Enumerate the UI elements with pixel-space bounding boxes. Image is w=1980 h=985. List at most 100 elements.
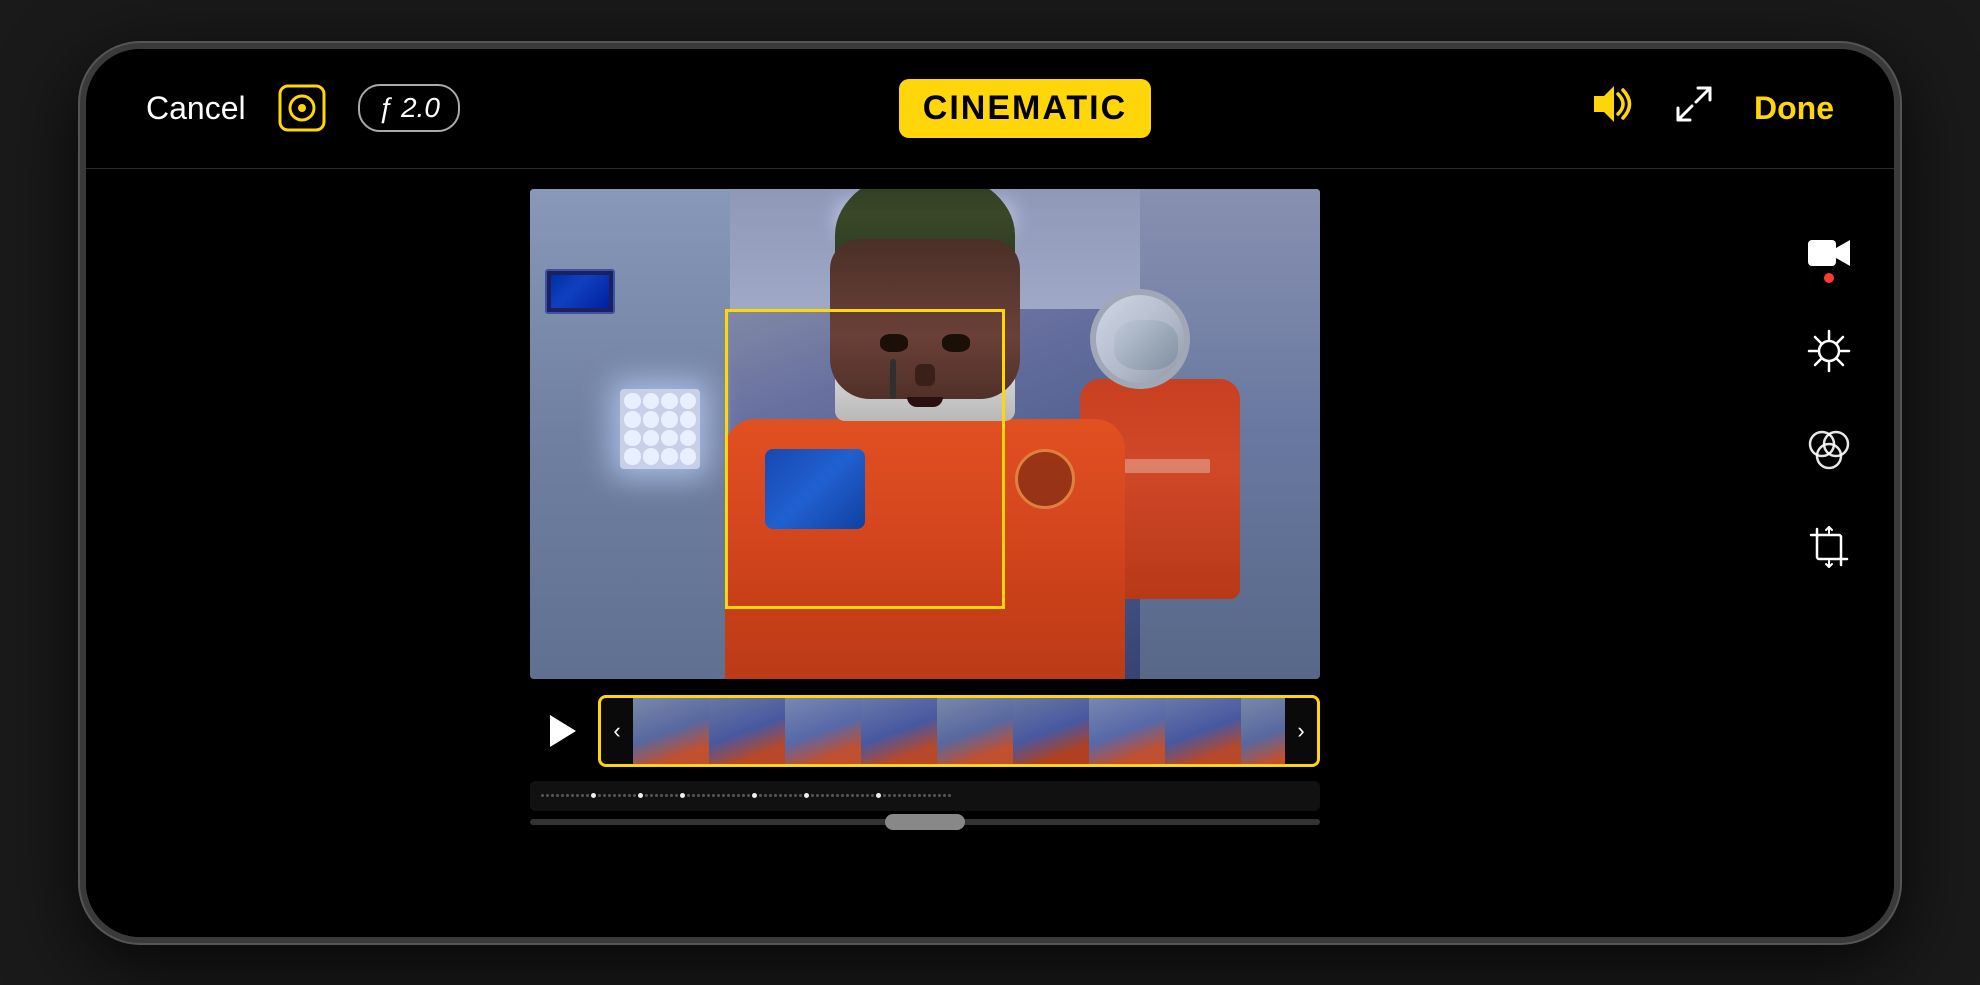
focus-track-dot <box>913 794 916 797</box>
fg-face <box>830 239 1020 399</box>
cinematic-badge[interactable]: CINEMATIC <box>899 79 1151 138</box>
focus-track-dot <box>841 794 844 797</box>
scrubber-thumb[interactable] <box>885 814 965 830</box>
focus-track-dot <box>769 794 772 797</box>
focus-track-dot <box>774 794 777 797</box>
focus-track-dot <box>618 794 621 797</box>
filmstrip-frames <box>633 698 1285 764</box>
frame-thumbnail <box>1089 698 1165 764</box>
crop-tool[interactable] <box>1805 523 1853 571</box>
focus-track-dot <box>687 794 690 797</box>
focus-track-dot <box>655 794 658 797</box>
focus-track-dot <box>551 794 554 797</box>
light-dot <box>643 430 660 447</box>
focus-track-dot <box>938 794 941 797</box>
focus-track-dot <box>541 794 544 797</box>
focus-track-dot <box>675 794 678 797</box>
focus-track-dot <box>928 794 931 797</box>
filmstrip-frame[interactable] <box>1165 698 1241 764</box>
focus-track-dot <box>576 794 579 797</box>
focus-track-dot <box>603 794 606 797</box>
filmstrip-frame[interactable] <box>633 698 709 764</box>
filmstrip-frame[interactable] <box>1089 698 1165 764</box>
focus-track-dot <box>670 794 673 797</box>
filmstrip-frame[interactable] <box>1013 698 1089 764</box>
focus-track-dot <box>586 794 589 797</box>
fg-head <box>815 189 1035 409</box>
light-dot <box>624 430 641 447</box>
light-dot <box>680 411 697 428</box>
light-dot <box>680 430 697 447</box>
main-content: ‹ › <box>86 169 1894 943</box>
fg-nose <box>915 364 935 386</box>
light-panel-grid <box>624 393 696 465</box>
focus-track-dot <box>737 794 740 797</box>
focus-track-dot <box>561 794 564 797</box>
adjust-tool[interactable] <box>1805 327 1853 375</box>
done-button[interactable]: Done <box>1754 90 1834 127</box>
focus-track-dot <box>816 794 819 797</box>
aperture-badge[interactable]: ƒ 2.0 <box>358 84 460 132</box>
focus-track-dot <box>893 794 896 797</box>
light-dot <box>624 393 641 410</box>
filmstrip-arrow-right[interactable]: › <box>1285 695 1317 767</box>
focus-track-dot <box>692 794 695 797</box>
light-dot <box>661 411 678 428</box>
focus-icon-button[interactable] <box>276 82 328 134</box>
scrubber-bar[interactable] <box>530 819 1320 825</box>
filmstrip-frame[interactable] <box>937 698 1013 764</box>
monitor-screen <box>551 275 609 308</box>
volume-icon[interactable] <box>1590 86 1634 131</box>
focus-track-dot <box>660 794 663 797</box>
filmstrip-frame[interactable] <box>861 698 937 764</box>
focus-track-dot <box>581 794 584 797</box>
video-player[interactable] <box>530 189 1320 679</box>
focus-track-dots <box>540 793 1310 798</box>
focus-track-dot <box>799 794 802 797</box>
focus-track-dot <box>856 794 859 797</box>
filmstrip[interactable]: ‹ › <box>598 695 1320 767</box>
light-dot <box>661 393 678 410</box>
frame-thumbnail <box>1165 698 1241 764</box>
focus-track-dot <box>883 794 886 797</box>
focus-track-dot <box>650 794 653 797</box>
crop-rotate-icon <box>1805 523 1853 571</box>
resize-icon[interactable] <box>1674 84 1714 133</box>
color-tool[interactable] <box>1805 425 1853 473</box>
fg-eye-right <box>942 334 970 352</box>
focus-track-dot <box>908 794 911 797</box>
focus-track-dot <box>759 794 762 797</box>
focus-track[interactable] <box>530 781 1320 811</box>
focus-track-dot <box>702 794 705 797</box>
cancel-button[interactable]: Cancel <box>146 90 246 127</box>
filmstrip-frame[interactable] <box>1241 698 1285 764</box>
focus-track-dot <box>613 794 616 797</box>
light-dot <box>643 448 660 465</box>
focus-track-dot <box>846 794 849 797</box>
frame-thumbnail <box>785 698 861 764</box>
focus-track-dot <box>789 794 792 797</box>
focus-track-dot <box>707 794 710 797</box>
filmstrip-frame[interactable] <box>709 698 785 764</box>
frame-thumbnail <box>937 698 1013 764</box>
controls-area: ‹ › <box>530 691 1320 825</box>
filmstrip-frame[interactable] <box>785 698 861 764</box>
focus-track-dot <box>861 794 864 797</box>
video-tool[interactable] <box>1805 229 1853 277</box>
focus-track-dot <box>633 794 636 797</box>
focus-track-dot <box>918 794 921 797</box>
light-panel <box>620 389 700 469</box>
focus-track-dot <box>784 794 787 797</box>
focus-track-dot <box>591 793 596 798</box>
focus-track-dot <box>727 794 730 797</box>
frame-thumbnail <box>709 698 785 764</box>
play-button[interactable] <box>530 701 590 761</box>
play-icon <box>550 715 576 747</box>
focus-track-dot <box>933 794 936 797</box>
focus-track-dot <box>811 794 814 797</box>
filmstrip-arrow-left[interactable]: ‹ <box>601 695 633 767</box>
frame-thumbnail <box>1241 698 1285 764</box>
right-sidebar <box>1764 169 1894 943</box>
side-button-left <box>80 349 84 419</box>
focus-track-dot <box>903 794 906 797</box>
